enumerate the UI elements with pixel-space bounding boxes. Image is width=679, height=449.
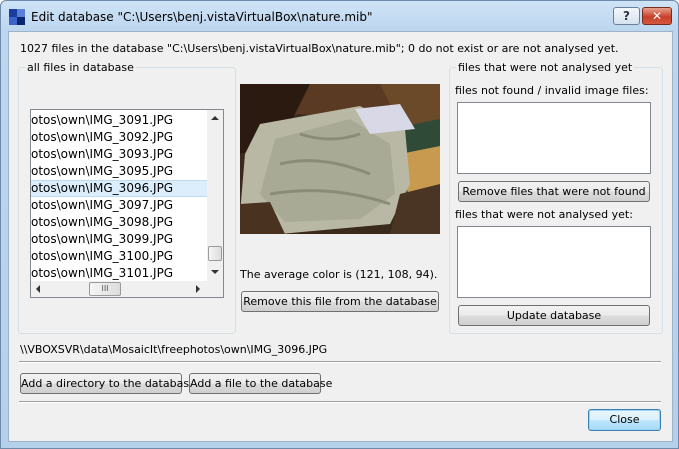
add-directory-button[interactable]: Add a directory to the database <box>20 373 196 394</box>
close-button[interactable]: Close <box>588 409 661 431</box>
dialog-window: Edit database "C:\Users\benj.vistaVirtua… <box>0 0 679 449</box>
app-icon <box>9 9 25 25</box>
database-summary: 1027 files in the database "C:\Users\ben… <box>20 42 619 55</box>
vertical-scrollbar[interactable] <box>207 110 223 281</box>
dialog-client-area: 1027 files in the database "C:\Users\ben… <box>8 31 673 442</box>
list-item[interactable]: otos\own\IMG_3091.JPG <box>31 112 211 129</box>
window-close-button[interactable]: ✕ <box>642 7 672 25</box>
photo-preview <box>240 84 440 234</box>
title-bar[interactable]: Edit database "C:\Users\benj.vistaVirtua… <box>1 1 678 31</box>
not-analysed-label: files that were not analysed yet: <box>455 208 633 221</box>
not-analysed-group-title: files that were not analysed yet <box>456 61 635 74</box>
scroll-left-arrow-icon[interactable] <box>36 285 40 293</box>
list-item[interactable]: otos\own\IMG_3097.JPG <box>31 197 211 214</box>
remove-not-found-button[interactable]: Remove files that were not found <box>458 181 650 202</box>
list-item[interactable]: otos\own\IMG_3095.JPG <box>31 163 211 180</box>
window-title: Edit database "C:\Users\benj.vistaVirtua… <box>31 10 373 24</box>
remove-file-button[interactable]: Remove this file from the database <box>241 291 439 312</box>
not-analysed-list[interactable] <box>457 226 651 298</box>
add-file-button[interactable]: Add a file to the database <box>189 373 332 394</box>
list-item[interactable]: otos\own\IMG_3098.JPG <box>31 214 211 231</box>
update-database-button[interactable]: Update database <box>458 305 650 326</box>
scroll-up-arrow-icon[interactable] <box>211 116 219 120</box>
list-item[interactable]: otos\own\IMG_3099.JPG <box>31 231 211 248</box>
scroll-down-arrow-icon[interactable] <box>211 270 219 274</box>
all-files-group-title: all files in database <box>25 61 136 74</box>
list-item[interactable]: otos\own\IMG_3100.JPG <box>31 248 211 265</box>
list-item[interactable]: otos\own\IMG_3092.JPG <box>31 129 211 146</box>
vertical-scroll-thumb[interactable] <box>208 246 222 261</box>
list-item[interactable]: otos\own\IMG_3101.JPG <box>31 265 211 282</box>
average-color-text: The average color is (121, 108, 94). <box>240 268 438 281</box>
separator-bottom <box>19 401 661 403</box>
scroll-corner <box>207 281 223 297</box>
scroll-right-arrow-icon[interactable] <box>196 285 200 293</box>
not-found-list[interactable] <box>457 102 651 174</box>
help-button[interactable]: ? <box>613 7 640 25</box>
list-item[interactable]: otos\own\IMG_3096.JPG <box>31 180 211 197</box>
not-found-label: files not found / invalid image files: <box>455 84 649 97</box>
list-item[interactable]: otos\own\IMG_3093.JPG <box>31 146 211 163</box>
current-file-path: \\VBOXSVR\data\MosaicIt\freephotos\own\I… <box>20 343 328 356</box>
separator-top <box>19 361 661 363</box>
horizontal-scrollbar[interactable]: III <box>31 281 207 297</box>
all-files-list[interactable]: otos\own\IMG_3091.JPG otos\own\IMG_3092.J… <box>30 109 224 298</box>
horizontal-scroll-thumb[interactable]: III <box>89 282 121 296</box>
